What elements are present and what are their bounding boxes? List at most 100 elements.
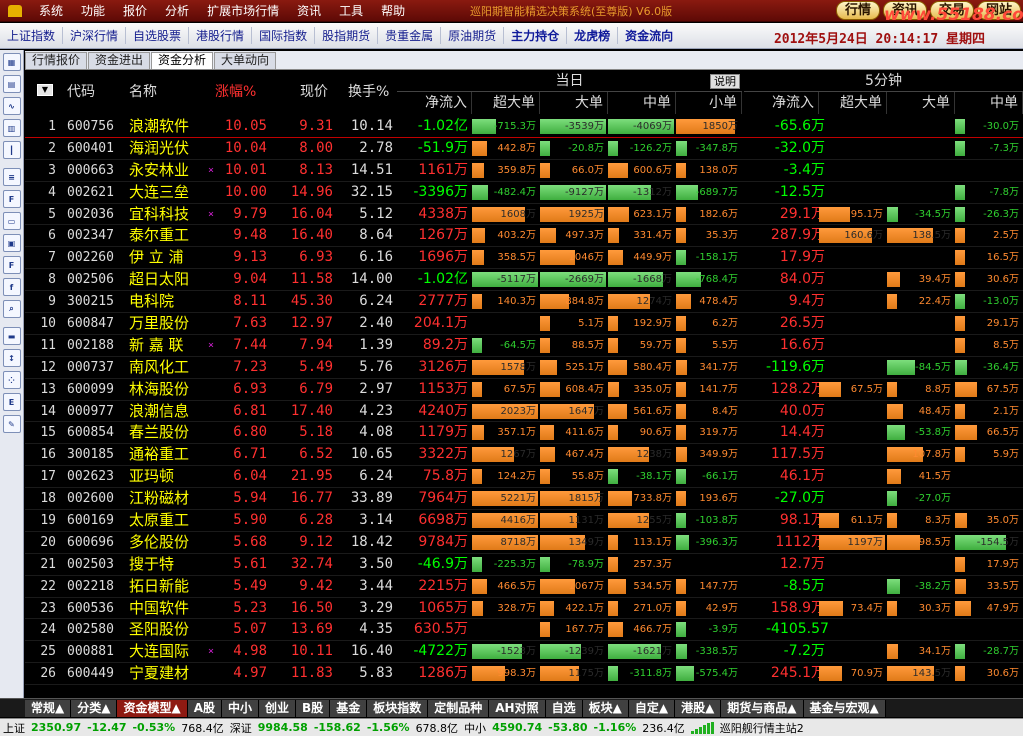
updown-icon[interactable]: ↕ (2, 349, 21, 367)
tab-quotes[interactable]: 行情报价 (25, 52, 88, 69)
dice-icon[interactable]: ⁘ (2, 371, 21, 389)
table-row[interactable]: 13 600099 林海股份 6.93 6.79 2.97 1153万 128.2万 67.5万… (25, 379, 1023, 401)
table-row[interactable]: 14 000977 浪潮信息 6.81 17.40 4.23 4240万 40.0万 2023万… (25, 401, 1023, 423)
news-button[interactable]: 资讯 (882, 1, 927, 20)
tab-big-order[interactable]: 大单动向 (214, 52, 277, 69)
website-button[interactable]: 网站 (976, 1, 1021, 20)
kline-icon[interactable]: ┃ (2, 141, 21, 159)
table-row[interactable]: 25 000881 大连国际 × 4.98 10.11 16.40 -4722万 -7.2万 -1… (25, 641, 1023, 664)
tab-fund-inout[interactable]: 资金进出 (88, 52, 151, 69)
menu-tools[interactable]: 工具 (330, 2, 372, 19)
table-row[interactable]: 1 600756 浪潮软件 10.05 9.31 10.14 -1.02亿 -65.6万 -71… (25, 116, 1023, 138)
bottom-tab[interactable]: B股 (296, 699, 331, 717)
ql-hk-quotes[interactable]: 港股行情 (188, 27, 251, 44)
table-row[interactable]: 21 002503 搜于特 5.61 32.74 3.50 -46.9万 12.7万 -225.… (25, 554, 1023, 576)
ql-index-futures[interactable]: 股指期货 (314, 27, 377, 44)
bottom-tab[interactable]: 中小 (222, 699, 260, 717)
ql-precious-metals[interactable]: 贵重金属 (377, 27, 440, 44)
table-row[interactable]: 26 600449 宁夏建材 4.97 11.83 5.83 1286万 245.1万 998.… (25, 663, 1023, 686)
table-row[interactable]: 10 600847 万里股份 7.63 12.97 2.40 204.1万 26.5万 5.1万… (25, 313, 1023, 335)
bottom-tab[interactable]: 常规▲ (25, 699, 72, 717)
today-net-inflow: 89.2万 (422, 336, 468, 353)
bottom-tab[interactable]: 创业 (259, 699, 297, 717)
table-row[interactable]: 7 002260 伊 立 浦 9.13 6.93 6.16 1696万 17.9万 358.5万… (25, 247, 1023, 270)
bottom-tab[interactable]: 港股▲ (675, 699, 722, 717)
bottom-tab[interactable]: 板块指数 (367, 699, 429, 717)
f10-icon[interactable]: F (2, 190, 21, 208)
header-m-mid[interactable]: 中单 (955, 92, 1023, 114)
header-d-net[interactable]: 净流入 (397, 92, 472, 114)
doc-icon[interactable]: ▭ (2, 212, 21, 230)
header-d-small[interactable]: 小单 (676, 92, 742, 114)
menu-extended-market[interactable]: 扩展市场行情 (198, 2, 288, 19)
table-row[interactable]: 3 000663 永安林业 × 10.01 8.13 14.51 1161万 -3.4万 359.… (25, 160, 1023, 182)
bottom-tab[interactable]: 基金与宏观▲ (803, 699, 886, 717)
header-d-mid[interactable]: 中单 (608, 92, 676, 114)
current-price: 21.95 (290, 468, 333, 485)
ql-watchlist[interactable]: 自选股票 (125, 27, 188, 44)
header-m-large[interactable]: 大单 (887, 92, 955, 114)
table-row[interactable]: 17 002623 亚玛顿 6.04 21.95 6.24 75.8万 46.1万 124.2万… (25, 466, 1023, 489)
ql-main-holdings[interactable]: 主力持仓 (503, 27, 566, 44)
list-icon[interactable]: ≡ (2, 168, 21, 186)
table-row[interactable]: 20 600696 多伦股份 5.68 9.12 18.42 9784万 1112万 8718万… (25, 532, 1023, 554)
header-m-net[interactable]: 净流入 (744, 92, 819, 114)
table-row[interactable]: 6 002347 泰尔重工 9.48 16.40 8.64 1267万 287.9万 403.2… (25, 225, 1023, 248)
header-m-super[interactable]: 超大单 (819, 92, 887, 114)
table-row[interactable]: 18 002600 江粉磁材 5.94 16.77 33.89 7964万 -27.0万 522… (25, 488, 1023, 511)
table-row[interactable]: 9 300215 电科院 8.11 45.30 6.24 2777万 9.4万 140.3万 88… (25, 291, 1023, 314)
header-d-super[interactable]: 超大单 (472, 92, 540, 114)
menu-quote[interactable]: 报价 (114, 2, 156, 19)
grid-icon[interactable]: ▤ (2, 75, 21, 93)
table-row[interactable]: 12 000737 南风化工 7.23 5.49 5.76 3126万 -119.6万 1578… (25, 357, 1023, 379)
bottom-tab[interactable]: 基金 (330, 699, 368, 717)
table-row[interactable]: 16 300185 通裕重工 6.71 6.52 10.65 3322万 117.5万 1267… (25, 444, 1023, 467)
ql-sh-index[interactable]: 上证指数 (0, 27, 62, 44)
ql-sh-sz-quotes[interactable]: 沪深行情 (62, 27, 125, 44)
folder-icon[interactable]: ▬ (2, 327, 21, 345)
bottom-tab[interactable]: 板块▲ (582, 699, 629, 717)
bottom-tab[interactable]: 期货与商品▲ (721, 699, 804, 717)
search-icon[interactable]: ⌕ (2, 300, 21, 318)
chart-icon[interactable]: ∿ (2, 97, 21, 115)
table-row[interactable]: 19 600169 太原重工 5.90 6.28 3.14 6698万 98.1万 4416万 1… (25, 510, 1023, 532)
trade-button[interactable]: 交易 (929, 1, 974, 20)
table-row[interactable]: 8 002506 超日太阳 9.04 11.58 14.00 -1.02亿 84.0万 -511… (25, 269, 1023, 292)
f6-icon[interactable]: f (2, 278, 21, 296)
bottom-tab[interactable]: 定制品种 (428, 699, 490, 717)
table-row[interactable]: 22 002218 拓日新能 5.49 9.42 3.44 2215万 -8.5万 466.5万… (25, 576, 1023, 598)
table-row[interactable]: 15 600854 春兰股份 6.80 5.18 4.08 1179万 14.4万 357.1万… (25, 422, 1023, 445)
menu-help[interactable]: 帮助 (372, 2, 414, 19)
explain-button[interactable]: 说明 (710, 74, 740, 89)
menu-function[interactable]: 功能 (72, 2, 114, 19)
f12-icon[interactable]: F (2, 256, 21, 274)
bottom-tab[interactable]: 自选 (545, 699, 583, 717)
bottom-tab[interactable]: A股 (187, 699, 222, 717)
table-row[interactable]: 11 002188 新 嘉 联 × 7.44 7.94 1.39 89.2万 16.6万 -64.… (25, 335, 1023, 357)
table-row[interactable]: 4 002621 大连三垒 10.00 14.96 32.15 -3396万 -12.5万 -4… (25, 182, 1023, 204)
ql-crude-futures[interactable]: 原油期货 (440, 27, 503, 44)
etf-icon[interactable]: E (2, 393, 21, 411)
menu-news[interactable]: 资讯 (288, 2, 330, 19)
report-icon[interactable]: ▣ (2, 234, 21, 252)
ql-dragon-tiger[interactable]: 龙虎榜 (566, 27, 617, 44)
table-row[interactable]: 23 600536 中国软件 5.23 16.50 3.29 1065万 158.9万 328.… (25, 598, 1023, 620)
bottom-tab[interactable]: 自定▲ (628, 699, 676, 717)
app-icon[interactable]: ▦ (2, 53, 21, 71)
note-icon[interactable]: ✎ (2, 415, 21, 433)
bottom-tab[interactable]: AH对照 (489, 699, 546, 717)
tab-fund-analysis[interactable]: 资金分析 (151, 52, 214, 69)
row-number: 4 (48, 184, 56, 200)
quotes-button[interactable]: 行情 (835, 1, 880, 20)
menu-system[interactable]: 系统 (30, 2, 72, 19)
bottom-tab[interactable]: 分类▲ (71, 699, 118, 717)
table-row[interactable]: 24 002580 圣阳股份 5.07 13.69 4.35 630.5万 -4105.57 1… (25, 619, 1023, 642)
table-row[interactable]: 2 600401 海润光伏 10.04 8.00 2.78 -51.9万 -32.0万 442.… (25, 138, 1023, 160)
table-icon[interactable]: ▥ (2, 119, 21, 137)
bottom-tab[interactable]: 资金模型▲ (117, 699, 188, 717)
table-row[interactable]: 5 002036 宜科科技 × 9.79 16.04 5.12 4338万 29.1万 1608万… (25, 204, 1023, 226)
header-d-large[interactable]: 大单 (540, 92, 608, 114)
ql-fund-flow[interactable]: 资金流向 (617, 27, 680, 44)
ql-intl-index[interactable]: 国际指数 (251, 27, 314, 44)
menu-analysis[interactable]: 分析 (156, 2, 198, 19)
